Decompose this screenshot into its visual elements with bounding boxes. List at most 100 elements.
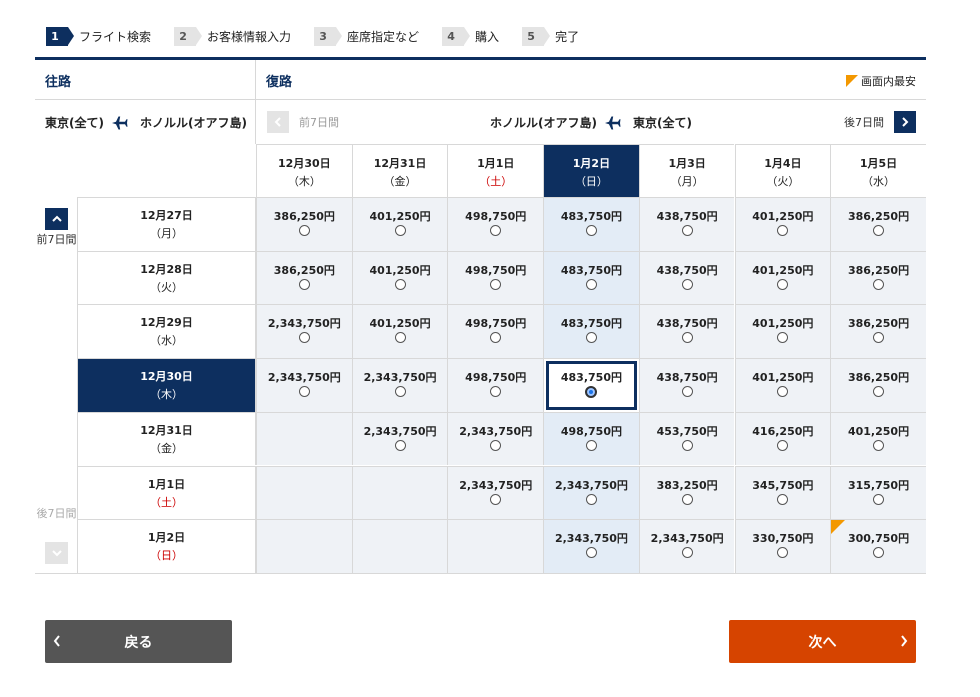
- outbound-prev-label[interactable]: 前7日間: [35, 233, 78, 247]
- fare-radio[interactable]: [490, 386, 502, 398]
- fare-cell[interactable]: 438,750円: [638, 250, 735, 305]
- fare-cell[interactable]: 386,250円: [830, 304, 926, 359]
- fare-radio[interactable]: [394, 278, 406, 290]
- fare-cell[interactable]: 386,250円: [830, 250, 926, 305]
- fare-radio[interactable]: [298, 386, 310, 398]
- fare-cell[interactable]: 498,750円: [447, 304, 544, 359]
- fare-radio[interactable]: [394, 332, 406, 344]
- outbound-date-header[interactable]: 12月28日 （火）: [78, 250, 256, 305]
- fare-cell[interactable]: 2,343,750円: [351, 358, 448, 412]
- return-date-header[interactable]: 1月4日 （火）: [734, 144, 831, 197]
- return-date-header[interactable]: 1月2日 （日）: [543, 144, 639, 197]
- fare-cell[interactable]: 330,750円: [734, 519, 831, 573]
- return-date-header[interactable]: 12月30日 （木）: [256, 144, 352, 197]
- fare-cell[interactable]: 300,750円: [830, 519, 926, 573]
- fare-radio[interactable]: [585, 278, 597, 290]
- fare-cell[interactable]: 438,750円: [638, 197, 735, 251]
- fare-cell[interactable]: 401,250円: [351, 304, 448, 359]
- outbound-date-header[interactable]: 12月31日 （金）: [78, 411, 256, 466]
- fare-cell[interactable]: 438,750円: [638, 358, 735, 412]
- return-date-header[interactable]: 1月3日 （月）: [638, 144, 735, 197]
- chevron-down-icon[interactable]: [45, 542, 68, 564]
- chevron-left-icon[interactable]: [267, 111, 289, 133]
- fare-radio[interactable]: [681, 386, 693, 398]
- fare-cell[interactable]: 483,750円: [543, 358, 639, 412]
- fare-radio[interactable]: [777, 225, 789, 236]
- fare-cell[interactable]: 386,250円: [256, 197, 352, 251]
- fare-radio[interactable]: [490, 332, 502, 344]
- next-button[interactable]: 次へ: [729, 620, 916, 663]
- fare-cell[interactable]: 401,250円: [734, 250, 831, 305]
- return-date-header[interactable]: 1月5日 （水）: [830, 144, 926, 197]
- fare-radio[interactable]: [394, 225, 406, 236]
- fare-cell[interactable]: 483,750円: [543, 197, 639, 251]
- fare-radio[interactable]: [777, 332, 789, 344]
- return-next-label[interactable]: 後7日間: [844, 114, 884, 130]
- fare-cell[interactable]: 2,343,750円: [256, 304, 352, 359]
- fare-radio[interactable]: [777, 547, 789, 559]
- fare-cell[interactable]: 2,343,750円: [351, 411, 448, 466]
- fare-cell[interactable]: 2,343,750円: [638, 519, 735, 573]
- fare-cell[interactable]: 383,250円: [638, 465, 735, 520]
- fare-radio[interactable]: [681, 278, 693, 290]
- fare-radio[interactable]: [585, 225, 597, 236]
- fare-cell[interactable]: 498,750円: [543, 411, 639, 466]
- fare-radio[interactable]: [777, 386, 789, 398]
- fare-radio[interactable]: [585, 493, 597, 505]
- chevron-right-icon[interactable]: [894, 111, 916, 133]
- fare-cell[interactable]: 401,250円: [734, 358, 831, 412]
- fare-cell[interactable]: 401,250円: [830, 411, 926, 466]
- fare-radio[interactable]: [681, 547, 693, 559]
- fare-cell[interactable]: 315,750円: [830, 465, 926, 520]
- fare-radio[interactable]: [681, 332, 693, 344]
- fare-cell[interactable]: 345,750円: [734, 465, 831, 520]
- fare-radio[interactable]: [490, 225, 502, 236]
- fare-cell[interactable]: 401,250円: [734, 197, 831, 251]
- fare-radio[interactable]: [873, 278, 885, 290]
- return-date-header[interactable]: 1月1日 （土）: [447, 144, 544, 197]
- fare-radio[interactable]: [777, 439, 789, 451]
- fare-cell[interactable]: 401,250円: [351, 197, 448, 251]
- fare-cell[interactable]: 498,750円: [447, 250, 544, 305]
- fare-radio[interactable]: [873, 225, 885, 236]
- return-prev-label[interactable]: 前7日間: [299, 114, 339, 130]
- next-label[interactable]: 次へ: [809, 632, 837, 652]
- fare-radio[interactable]: [585, 547, 597, 559]
- fare-radio[interactable]: [777, 278, 789, 290]
- fare-radio[interactable]: [873, 332, 885, 344]
- fare-cell[interactable]: 386,250円: [256, 250, 352, 305]
- fare-radio[interactable]: [873, 439, 885, 451]
- fare-cell[interactable]: 498,750円: [447, 197, 544, 251]
- outbound-date-header[interactable]: 1月1日 （土）: [78, 465, 256, 520]
- fare-cell[interactable]: 2,343,750円: [447, 465, 544, 520]
- outbound-next-label[interactable]: 後7日間: [35, 507, 78, 521]
- fare-radio[interactable]: [585, 332, 597, 344]
- fare-cell[interactable]: 401,250円: [734, 304, 831, 359]
- fare-radio[interactable]: [394, 386, 406, 398]
- fare-cell[interactable]: 386,250円: [830, 197, 926, 251]
- outbound-date-header[interactable]: 12月27日 （月）: [78, 197, 256, 251]
- fare-radio[interactable]: [681, 439, 693, 451]
- fare-radio[interactable]: [777, 493, 789, 505]
- fare-cell[interactable]: 2,343,750円: [543, 465, 639, 520]
- outbound-date-header[interactable]: 1月2日 （日）: [78, 519, 256, 573]
- return-prev-week[interactable]: 前7日間: [267, 111, 339, 133]
- fare-radio[interactable]: [490, 278, 502, 290]
- back-button[interactable]: 戻る: [45, 620, 232, 663]
- fare-cell[interactable]: 453,750円: [638, 411, 735, 466]
- fare-radio[interactable]: [873, 493, 885, 505]
- fare-cell[interactable]: 498,750円: [447, 358, 544, 412]
- back-label[interactable]: 戻る: [125, 632, 153, 652]
- fare-cell[interactable]: 483,750円: [543, 250, 639, 305]
- fare-cell[interactable]: 386,250円: [830, 358, 926, 412]
- fare-radio[interactable]: [298, 225, 310, 236]
- fare-radio[interactable]: [490, 493, 502, 505]
- fare-radio[interactable]: [490, 439, 502, 451]
- fare-cell[interactable]: 2,343,750円: [447, 411, 544, 466]
- outbound-date-header[interactable]: 12月30日 （木）: [78, 358, 256, 412]
- fare-cell[interactable]: 483,750円: [543, 304, 639, 359]
- fare-radio[interactable]: [681, 493, 693, 505]
- fare-radio[interactable]: [585, 439, 597, 451]
- fare-cell[interactable]: 401,250円: [351, 250, 448, 305]
- fare-cell[interactable]: 2,343,750円: [256, 358, 352, 412]
